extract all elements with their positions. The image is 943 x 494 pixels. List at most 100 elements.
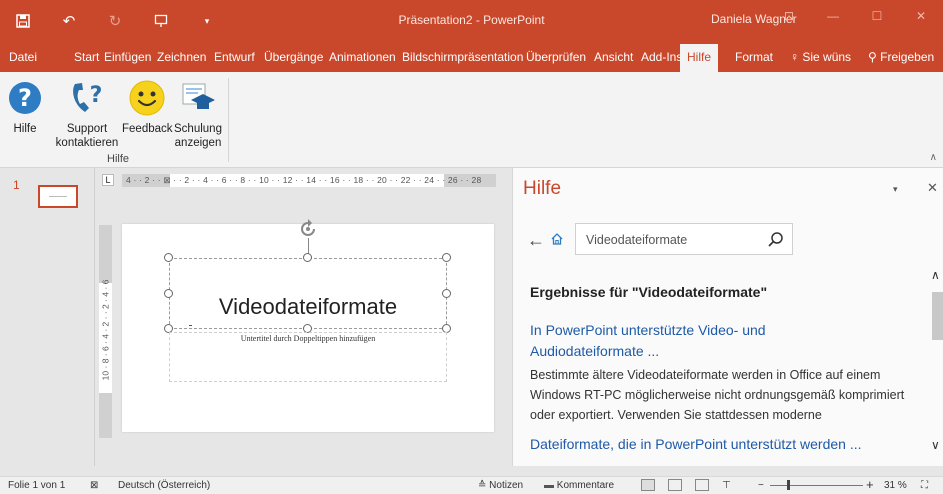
fit-to-window-icon[interactable]: ⛶ bbox=[921, 480, 928, 491]
comments-button[interactable]: ▬ Kommentare bbox=[544, 480, 614, 491]
help-pane-title: Hilfe bbox=[523, 178, 562, 199]
graduation-cap-icon bbox=[172, 78, 224, 118]
slide-number: 1 bbox=[13, 178, 20, 192]
tab-add-ins[interactable]: Add-Ins bbox=[641, 50, 682, 64]
vertical-ruler[interactable]: 10 · 8 · 6 · 4 · 2 · · 2 · 4 · 6 bbox=[99, 225, 112, 438]
help-search-input[interactable] bbox=[586, 231, 766, 249]
pane-options-icon[interactable]: ▾ bbox=[893, 184, 898, 195]
zoom-in-icon[interactable]: + bbox=[866, 477, 874, 492]
zoom-level[interactable]: 31 % bbox=[884, 480, 907, 491]
resize-handle-top-right[interactable] bbox=[442, 253, 451, 262]
tab-zeichnen[interactable]: Zeichnen bbox=[157, 50, 206, 64]
help-scrollbar[interactable]: ∧ ∨ bbox=[931, 268, 943, 466]
horizontal-ruler[interactable]: 4 · · 2 · · ⊠ · · 2 · · 4 · · 6 · · 8 · … bbox=[122, 174, 496, 187]
share-button[interactable]: ⚲ Freigeben bbox=[868, 50, 934, 64]
result-link-2[interactable]: Dateiformate, die in PowerPoint unterstü… bbox=[530, 434, 930, 455]
support-label-line1: Support bbox=[66, 123, 108, 135]
zoom-out-icon[interactable]: − bbox=[758, 480, 764, 491]
tab-format[interactable]: Format bbox=[735, 50, 773, 64]
notes-label: Notizen bbox=[489, 480, 524, 491]
tab-entwurf[interactable]: Entwurf bbox=[214, 50, 255, 64]
help-button[interactable]: ? Hilfe bbox=[8, 78, 42, 136]
rotate-handle-icon[interactable] bbox=[297, 218, 319, 240]
resize-handle-top[interactable] bbox=[303, 253, 312, 262]
ribbon: ? Hilfe ? Support kontaktieren Feedback … bbox=[0, 72, 943, 168]
slides-pane: 1 bbox=[0, 168, 95, 466]
ribbon-tabs: Datei Start Einfügen Zeichnen Entwurf Üb… bbox=[0, 42, 943, 72]
support-contact-button[interactable]: ? Support kontaktieren bbox=[54, 78, 120, 150]
smiley-icon bbox=[122, 78, 172, 118]
result-link-1[interactable]: In PowerPoint unterstützte Video- und Au… bbox=[530, 320, 920, 362]
feedback-label: Feedback bbox=[122, 123, 173, 135]
language-indicator[interactable]: Deutsch (Österreich) bbox=[118, 480, 210, 491]
minimize-icon[interactable]: — bbox=[811, 0, 855, 32]
tab-ansicht[interactable]: Ansicht bbox=[594, 50, 633, 64]
back-arrow-icon[interactable]: ← bbox=[527, 230, 545, 251]
scroll-thumb[interactable] bbox=[932, 292, 943, 340]
window-controls: ⊡ — ☐ ✕ bbox=[767, 0, 943, 42]
result-1-title-line1: In PowerPoint unterstützte Video- und bbox=[530, 322, 766, 338]
tell-me-label: Sie wüns bbox=[802, 50, 852, 64]
tab-ueberpruefen[interactable]: Überprüfen bbox=[526, 50, 586, 64]
tab-hilfe[interactable]: Hilfe bbox=[680, 44, 719, 72]
slide-sorter-icon[interactable] bbox=[668, 479, 682, 491]
share-label: Freigeben bbox=[880, 50, 935, 64]
slideshow-view-icon[interactable]: ⊤ bbox=[722, 480, 731, 491]
question-circle-icon: ? bbox=[8, 78, 42, 118]
zoom-slider[interactable] bbox=[770, 485, 863, 486]
tab-uebergaenge[interactable]: Übergänge bbox=[264, 50, 323, 64]
vertical-ruler-marks: 10 · 8 · 6 · 4 · 2 · · 2 · 4 · 6 bbox=[100, 279, 111, 381]
support-label-line2: kontaktieren bbox=[55, 137, 119, 149]
comment-icon: ▬ bbox=[544, 480, 554, 491]
reading-view-icon[interactable] bbox=[695, 479, 709, 491]
comments-label: Kommentare bbox=[556, 480, 615, 491]
results-heading: Ergebnisse für "Videodateiformate" bbox=[530, 284, 768, 300]
notes-icon: ≙ bbox=[478, 480, 487, 491]
help-search-box bbox=[575, 223, 793, 255]
feedback-button[interactable]: Feedback bbox=[122, 78, 173, 136]
slide-subtitle-text[interactable]: Untertitel durch Doppeltippen hinzufügen bbox=[169, 334, 447, 343]
ribbon-display-icon[interactable]: ⊡ bbox=[767, 0, 811, 32]
tab-bildschirmpraesentation[interactable]: Bildschirmpräsentation bbox=[402, 50, 523, 64]
tab-einfuegen[interactable]: Einfügen bbox=[104, 50, 151, 64]
horizontal-ruler-marks: 4 · · 2 · · ⊠ · · 2 · · 4 · · 6 · · 8 · … bbox=[126, 175, 482, 185]
close-icon[interactable]: ✕ bbox=[899, 0, 943, 32]
notes-button[interactable]: ≙ Notizen bbox=[478, 480, 523, 491]
svg-text:?: ? bbox=[18, 84, 32, 112]
slide-thumbnail[interactable] bbox=[38, 185, 78, 208]
tab-start[interactable]: Start bbox=[74, 50, 99, 64]
help-pane: Hilfe ▾ ✕ ← Ergebnisse für "Videodateifo… bbox=[512, 168, 943, 466]
status-bar: Folie 1 von 1 ⊠ Deutsch (Österreich) ≙ N… bbox=[0, 476, 943, 494]
tab-datei[interactable]: Datei bbox=[9, 50, 37, 64]
slide-editor: L 4 · · 2 · · ⊠ · · 2 · · 4 · · 6 · · 8 … bbox=[96, 168, 512, 466]
text-cursor bbox=[189, 325, 192, 326]
home-icon[interactable] bbox=[550, 232, 564, 246]
tab-stop-selector[interactable]: L bbox=[102, 174, 114, 186]
tab-animationen[interactable]: Animationen bbox=[329, 50, 396, 64]
person-icon: ⚲ bbox=[868, 50, 877, 64]
scroll-up-icon[interactable]: ∧ bbox=[931, 268, 940, 282]
slide-count[interactable]: Folie 1 von 1 bbox=[8, 480, 65, 491]
training-label-line2: anzeigen bbox=[174, 137, 222, 149]
svg-text:?: ? bbox=[90, 83, 103, 108]
group-separator bbox=[228, 78, 229, 162]
result-1-description: Bestimmte ältere Videodateiformate werde… bbox=[530, 368, 905, 422]
maximize-icon[interactable]: ☐ bbox=[855, 0, 899, 32]
help-button-label: Hilfe bbox=[13, 123, 37, 135]
tell-me-search[interactable]: ♀ Sie wüns bbox=[790, 50, 851, 64]
title-bar: ↶ ↻ ▾ Präsentation2 - PowerPoint Daniela… bbox=[0, 0, 943, 42]
normal-view-icon[interactable] bbox=[641, 479, 655, 491]
slide-title-text[interactable]: Videodateiformate bbox=[169, 294, 447, 320]
close-pane-icon[interactable]: ✕ bbox=[927, 180, 938, 196]
scroll-down-icon[interactable]: ∨ bbox=[931, 438, 940, 452]
zoom-slider-thumb[interactable] bbox=[787, 480, 790, 490]
resize-handle-top-left[interactable] bbox=[164, 253, 173, 262]
search-icon[interactable] bbox=[767, 231, 784, 248]
spell-check-icon[interactable]: ⊠ bbox=[90, 480, 98, 491]
training-label-line1: Schulung bbox=[174, 123, 222, 135]
ribbon-group-label: Hilfe bbox=[107, 153, 130, 165]
slide-canvas[interactable]: Videodateiformate Untertitel durch Doppe… bbox=[122, 219, 494, 432]
show-training-button[interactable]: Schulung anzeigen bbox=[172, 78, 224, 150]
collapse-ribbon-icon[interactable]: ∧ bbox=[930, 152, 937, 163]
phone-question-icon: ? bbox=[54, 78, 120, 118]
